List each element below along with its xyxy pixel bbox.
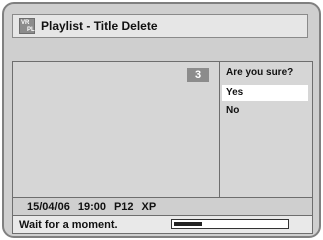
confirm-question: Are you sure?: [226, 67, 294, 78]
recording-time: 19:00: [77, 200, 106, 213]
no-option[interactable]: No: [222, 103, 308, 119]
playlist-icon-text-top: VR: [21, 20, 30, 26]
recording-info-bar: 15/04/06 19:00 P12 XP: [12, 198, 313, 216]
recording-program: P12: [113, 200, 134, 213]
confirm-panel: Are you sure? Yes No: [220, 62, 312, 197]
status-bar: Wait for a moment.: [12, 216, 313, 234]
recording-date: 15/04/06: [27, 200, 70, 213]
progress-bar: [171, 219, 289, 229]
playlist-icon-text-bottom: PL: [27, 27, 35, 33]
status-message: Wait for a moment.: [19, 218, 118, 231]
recording-mode: XP: [141, 200, 157, 213]
progress-fill: [174, 222, 202, 226]
main-area: 3 Are you sure? Yes No: [12, 61, 313, 198]
dvd-menu-screen: VR PL Playlist - Title Delete 3 Are you …: [2, 2, 321, 238]
title-preview: 3: [13, 62, 220, 197]
title-bar: VR PL Playlist - Title Delete: [12, 14, 308, 38]
title-number-badge: 3: [187, 68, 209, 82]
page-title: Playlist - Title Delete: [41, 19, 158, 33]
playlist-icon: VR PL: [19, 18, 35, 34]
yes-option[interactable]: Yes: [222, 85, 308, 101]
